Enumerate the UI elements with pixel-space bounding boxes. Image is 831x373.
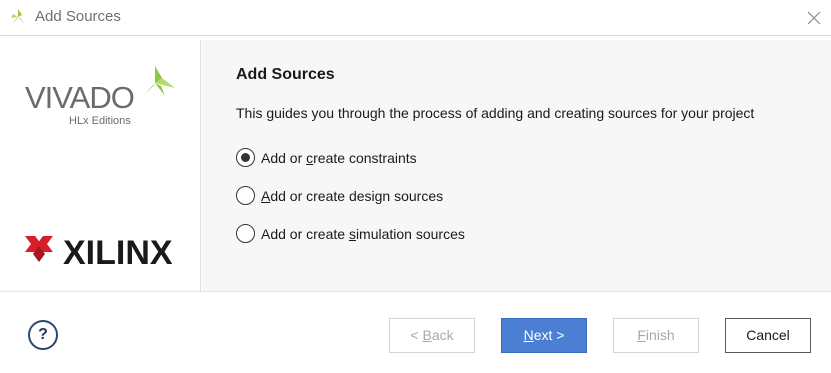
option-add-simulation-sources[interactable]: Add or create simulation sources bbox=[236, 224, 465, 243]
option-add-design-sources[interactable]: Add or create design sources bbox=[236, 186, 443, 205]
vivado-logo: VIVADO HLx Editions bbox=[25, 64, 185, 130]
window-title: Add Sources bbox=[35, 8, 121, 25]
page-heading: Add Sources bbox=[236, 66, 335, 83]
vivado-edition: HLx Editions bbox=[69, 115, 131, 127]
next-button[interactable]: Next > bbox=[501, 318, 587, 353]
help-button[interactable]: ? bbox=[28, 320, 58, 350]
radio-button-selected[interactable] bbox=[236, 148, 255, 167]
xilinx-mark-icon bbox=[25, 236, 53, 262]
xilinx-wordmark: XILINX bbox=[63, 234, 173, 272]
vivado-leaves-icon bbox=[145, 66, 175, 96]
cancel-button[interactable]: Cancel bbox=[725, 318, 811, 353]
finish-button[interactable]: Finish bbox=[613, 318, 699, 353]
xilinx-logo: XILINX bbox=[25, 232, 185, 272]
vivado-wordmark: VIVADO bbox=[25, 80, 134, 115]
button-bar: ? < Back Next > Finish Cancel bbox=[0, 291, 831, 373]
main-panel: Add Sources This guides you through the … bbox=[202, 40, 831, 291]
option-add-constraints[interactable]: Add or create constraints bbox=[236, 148, 417, 167]
page-description: This guides you through the process of a… bbox=[236, 105, 755, 121]
vivado-leaf-icon bbox=[11, 9, 25, 24]
radio-button[interactable] bbox=[236, 186, 255, 205]
radio-button[interactable] bbox=[236, 224, 255, 243]
option-label: Add or create simulation sources bbox=[261, 225, 465, 242]
option-label: Add or create constraints bbox=[261, 149, 417, 166]
close-icon[interactable] bbox=[802, 6, 826, 30]
title-bar: Add Sources bbox=[0, 0, 831, 36]
option-label: Add or create design sources bbox=[261, 187, 444, 204]
back-button[interactable]: < Back bbox=[389, 318, 475, 353]
sidebar: VIVADO HLx Editions XILINX bbox=[0, 40, 201, 291]
